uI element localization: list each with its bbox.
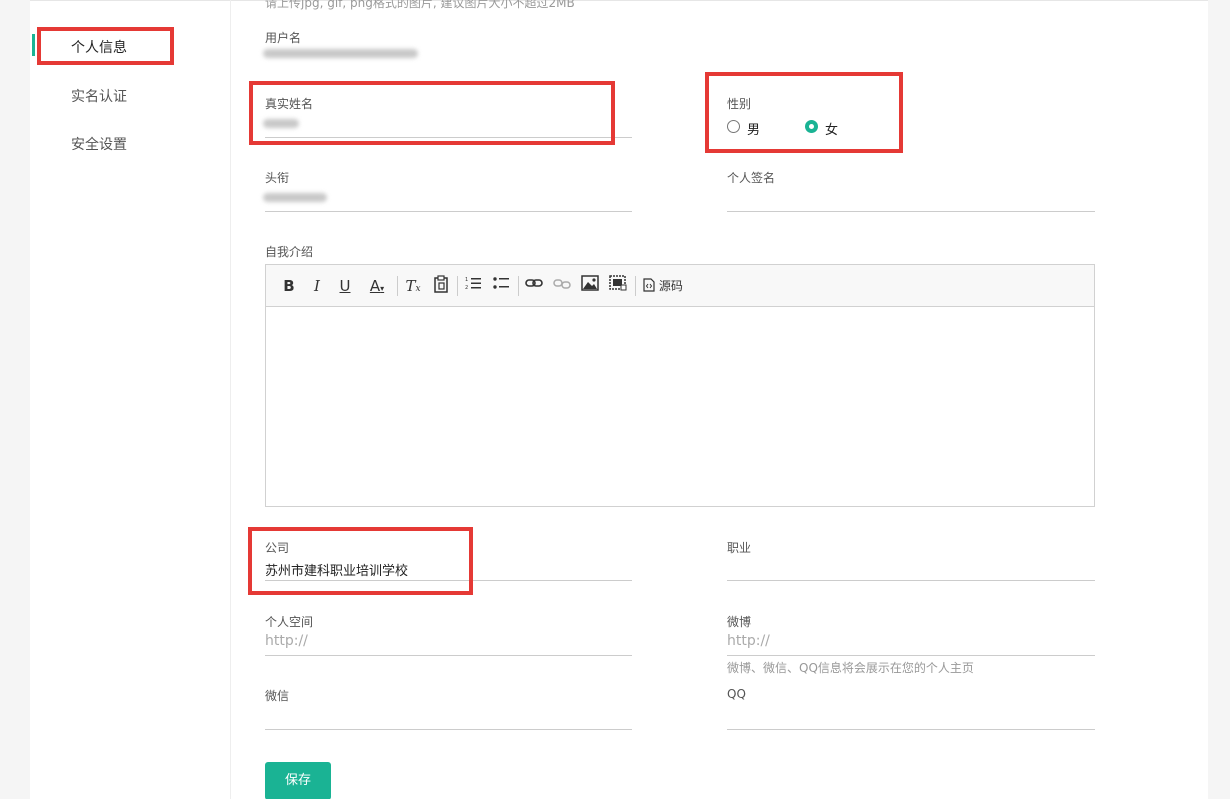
wechat-input-underline[interactable] xyxy=(265,729,632,730)
image-icon[interactable] xyxy=(581,275,599,297)
personal-space-underline xyxy=(265,655,632,656)
gender-male-label[interactable]: 男 xyxy=(747,119,760,138)
company-label: 公司 xyxy=(265,541,290,555)
weibo-label: 微博 xyxy=(727,615,752,629)
job-label: 职业 xyxy=(727,541,752,555)
sidebar-item-realname-auth[interactable]: 实名认证 xyxy=(71,86,127,106)
job-input-underline[interactable] xyxy=(727,580,1095,581)
username-value-redacted xyxy=(263,49,418,58)
paste-icon[interactable] xyxy=(432,275,450,297)
intro-label: 自我介绍 xyxy=(265,245,314,259)
save-button[interactable]: 保存 xyxy=(265,762,331,799)
title-input-underline xyxy=(265,211,632,212)
avatar-upload-hint: 请上传jpg, gif, png格式的图片, 建议图片大小不超过2MB xyxy=(265,0,575,10)
title-label: 头衔 xyxy=(265,171,290,185)
toolbar-divider xyxy=(457,276,458,296)
ordered-list-icon[interactable]: 12 xyxy=(464,275,482,297)
media-icon[interactable] xyxy=(609,275,627,297)
sidebar-item-profile[interactable]: 个人信息 xyxy=(71,37,127,57)
company-input-underline xyxy=(265,580,632,581)
personal-space-input[interactable]: http:// xyxy=(265,633,308,649)
company-input[interactable]: 苏州市建科职业培训学校 xyxy=(265,560,408,579)
svg-text:1: 1 xyxy=(465,277,468,283)
signature-label: 个人签名 xyxy=(727,171,776,185)
bullet-list-icon[interactable] xyxy=(492,275,510,297)
sidebar-item-security[interactable]: 安全设置 xyxy=(71,134,127,154)
source-code-button[interactable]: 源码 xyxy=(643,275,689,297)
gender-male-radio[interactable] xyxy=(727,120,740,133)
weibo-input[interactable]: http:// xyxy=(727,633,770,649)
wechat-label: 微信 xyxy=(265,689,290,703)
username-label: 用户名 xyxy=(265,31,302,45)
link-icon[interactable] xyxy=(525,275,543,297)
title-value-redacted[interactable] xyxy=(263,193,327,202)
toolbar-divider xyxy=(518,276,519,296)
svg-text:2: 2 xyxy=(465,285,468,291)
realname-value-redacted[interactable] xyxy=(263,119,299,128)
qq-label: QQ xyxy=(727,687,746,701)
toolbar-divider xyxy=(635,276,636,296)
social-visibility-hint: 微博、微信、QQ信息将会展示在您的个人主页 xyxy=(727,661,974,675)
signature-input-underline[interactable] xyxy=(727,211,1095,212)
italic-icon[interactable]: I xyxy=(308,275,326,297)
sidebar xyxy=(30,0,231,799)
gender-female-label[interactable]: 女 xyxy=(825,119,838,138)
text-color-icon[interactable]: A▾ xyxy=(364,275,390,297)
toolbar-divider xyxy=(397,276,398,296)
gender-label: 性别 xyxy=(727,97,752,111)
realname-label: 真实姓名 xyxy=(265,97,314,111)
clear-format-icon[interactable]: Tx xyxy=(404,275,422,297)
sidebar-active-indicator xyxy=(32,34,35,56)
gender-female-radio[interactable] xyxy=(805,120,818,133)
unlink-icon[interactable] xyxy=(553,275,571,297)
personal-space-label: 个人空间 xyxy=(265,615,314,629)
editor-toolbar: B I U A▾ Tx 12 源码 xyxy=(266,265,1094,307)
underline-icon[interactable]: U xyxy=(336,275,354,297)
weibo-underline xyxy=(727,655,1095,656)
bold-icon[interactable]: B xyxy=(280,275,298,297)
source-code-label: 源码 xyxy=(658,279,683,293)
rich-text-editor[interactable]: B I U A▾ Tx 12 源码 xyxy=(265,264,1095,507)
qq-input-underline[interactable] xyxy=(727,729,1095,730)
realname-input-underline xyxy=(265,137,632,138)
